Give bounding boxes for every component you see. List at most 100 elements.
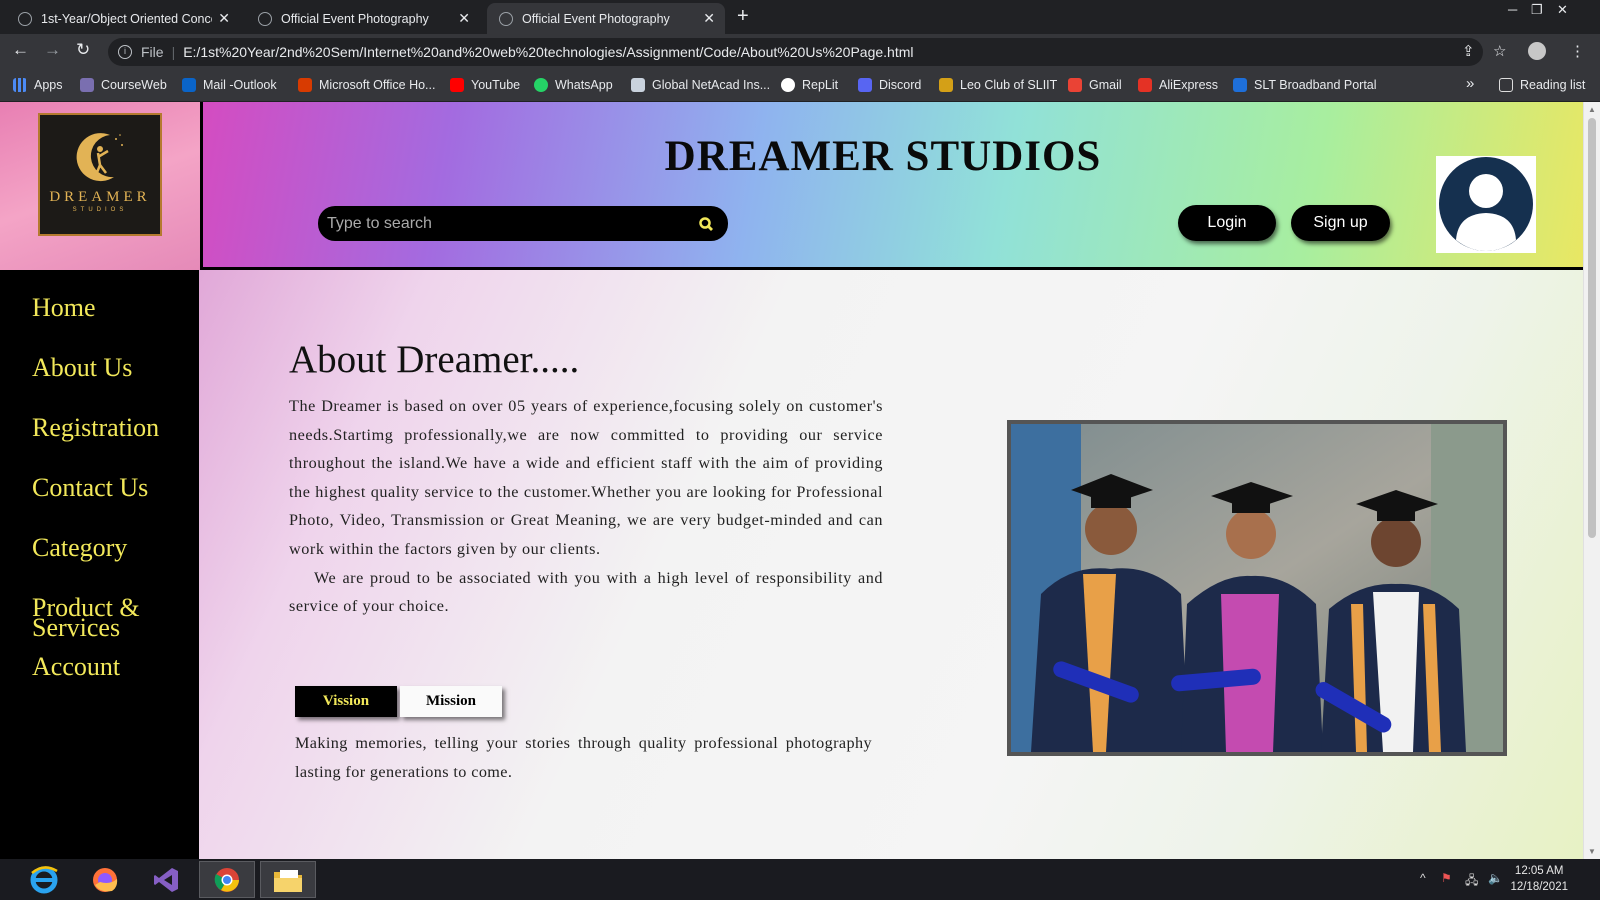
page-scrollbar[interactable]: ▲ ▼: [1583, 102, 1600, 859]
tab-title: Official Event Photography: [522, 11, 670, 26]
bookmarks-bar: Apps CourseWeb Mail -Outlook Microsoft O…: [0, 70, 1600, 102]
about-content: About Dreamer..... The Dreamer is based …: [199, 270, 1583, 859]
back-arrow-icon[interactable]: ←: [12, 40, 29, 60]
aliexpress-icon: [1138, 78, 1152, 92]
site-header: DREAMER STUDIOS Login Sign up: [200, 102, 1583, 270]
bookmark-netacad[interactable]: Global NetAcad Ins...: [631, 78, 770, 92]
close-window-icon[interactable]: ✕: [1557, 2, 1568, 18]
close-tab-icon[interactable]: ✕: [218, 10, 230, 27]
scroll-up-arrow-icon[interactable]: ▲: [1588, 105, 1596, 114]
info-icon[interactable]: i: [118, 45, 132, 59]
flag-notification-icon[interactable]: ⚑: [1441, 871, 1452, 885]
bookmark-label: Mail -Outlook: [203, 78, 277, 92]
reading-list-icon: [1499, 78, 1513, 92]
nav-item-account[interactable]: Account: [32, 654, 120, 680]
apps-grid-icon: [13, 78, 27, 92]
bookmark-courseweb[interactable]: CourseWeb: [80, 78, 167, 92]
about-paragraph-2: We are proud to be associated with you w…: [289, 568, 883, 616]
reading-list-button[interactable]: Reading list: [1499, 78, 1585, 92]
gmail-icon: [1068, 78, 1082, 92]
system-clock[interactable]: 12:05 AM 12/18/2021: [1510, 863, 1568, 895]
bookmark-aliexpress[interactable]: AliExpress: [1138, 78, 1218, 92]
internet-explorer-icon[interactable]: [16, 861, 72, 898]
nav-item-contact-us[interactable]: Contact Us: [32, 475, 148, 501]
graduation-photo: [1007, 420, 1507, 756]
clock-date: 12/18/2021: [1510, 881, 1568, 893]
close-tab-icon[interactable]: ✕: [458, 10, 470, 27]
bookmark-outlook[interactable]: Mail -Outlook: [182, 78, 277, 92]
minimize-icon[interactable]: ─: [1508, 2, 1517, 17]
sidebar-nav: Home About Us Registration Contact Us Ca…: [0, 270, 199, 859]
bookmark-label: WhatsApp: [555, 78, 613, 92]
close-tab-icon[interactable]: ✕: [703, 10, 715, 27]
vision-mission-tabs: Vission Mission: [295, 686, 505, 717]
nav-item-registration[interactable]: Registration: [32, 415, 159, 441]
bookmark-label: CourseWeb: [101, 78, 167, 92]
url-separator: |: [171, 44, 176, 60]
globe-icon: [258, 11, 272, 26]
volume-icon[interactable]: 🔈: [1488, 871, 1503, 885]
nav-item-category[interactable]: Category: [32, 535, 127, 561]
profile-avatar-icon[interactable]: [1528, 42, 1546, 60]
github-icon: [18, 11, 32, 26]
dreamer-studios-logo[interactable]: DREAMER STUDIOS: [38, 113, 162, 236]
whatsapp-icon: [534, 78, 548, 92]
search-bar[interactable]: [318, 206, 728, 241]
bookmark-slt[interactable]: SLT Broadband Portal: [1233, 78, 1377, 92]
firefox-icon[interactable]: [77, 861, 133, 898]
bookmark-label: SLT Broadband Portal: [1254, 78, 1377, 92]
logo-word-dreamer: DREAMER: [49, 189, 151, 205]
logo-word-studios: STUDIOS: [72, 207, 128, 213]
user-avatar[interactable]: [1436, 156, 1536, 253]
more-bookmarks-chevron-icon[interactable]: »: [1466, 75, 1474, 92]
nav-item-home[interactable]: Home: [32, 295, 96, 321]
bookmark-gmail[interactable]: Gmail: [1068, 78, 1122, 92]
bookmark-label: Discord: [879, 78, 922, 92]
bookmark-office[interactable]: Microsoft Office Ho...: [298, 78, 435, 92]
login-button[interactable]: Login: [1178, 205, 1276, 241]
browser-tab-active[interactable]: Official Event Photography ✕: [487, 3, 725, 34]
file-explorer-icon[interactable]: [260, 861, 316, 898]
bookmark-leo-club[interactable]: Leo Club of SLIIT: [939, 78, 1057, 92]
tab-vision[interactable]: Vission: [295, 686, 397, 717]
tab-mission[interactable]: Mission: [400, 686, 502, 717]
restore-icon[interactable]: ❐: [1531, 2, 1543, 18]
bookmark-replit[interactable]: RepLit: [781, 78, 838, 92]
bookmark-label: RepLit: [802, 78, 839, 92]
browser-tab[interactable]: Official Event Photography ✕: [248, 3, 480, 34]
vision-text: Making memories, telling your stories th…: [295, 734, 872, 781]
search-icon[interactable]: [698, 216, 714, 232]
graduates-image: [1011, 424, 1503, 752]
bookmark-label: Gmail: [1089, 78, 1122, 92]
office-icon: [298, 78, 312, 92]
bookmark-discord[interactable]: Discord: [858, 78, 921, 92]
scroll-down-arrow-icon[interactable]: ▼: [1588, 847, 1596, 856]
clock-time: 12:05 AM: [1514, 865, 1564, 877]
forward-arrow-icon[interactable]: →: [44, 40, 61, 60]
visual-studio-icon[interactable]: [138, 861, 194, 898]
bookmark-apps[interactable]: Apps: [13, 78, 63, 92]
url-field[interactable]: i File | E:/1st%20Year/2nd%20Sem/Interne…: [108, 38, 1483, 66]
signup-button[interactable]: Sign up: [1291, 205, 1390, 241]
replit-icon: [781, 78, 795, 92]
browser-tab[interactable]: 1st-Year/Object Oriented Concep ✕: [8, 3, 240, 34]
show-hidden-icons-icon[interactable]: ^: [1420, 871, 1426, 885]
bookmark-youtube[interactable]: YouTube: [450, 78, 520, 92]
menu-kebab-icon[interactable]: ⋮: [1570, 42, 1585, 60]
slt-icon: [1233, 78, 1247, 92]
star-bookmark-icon[interactable]: ☆: [1493, 42, 1506, 60]
new-tab-button[interactable]: +: [737, 6, 749, 26]
network-icon[interactable]: 🖧: [1465, 871, 1478, 892]
bookmark-label: Global NetAcad Ins...: [652, 78, 771, 92]
search-input[interactable]: [327, 214, 667, 233]
share-icon[interactable]: ⇪: [1462, 42, 1475, 60]
nav-item-about-us[interactable]: About Us: [32, 355, 132, 381]
bookmark-whatsapp[interactable]: WhatsApp: [534, 78, 613, 92]
tab-title: 1st-Year/Object Oriented Concep: [41, 11, 213, 26]
nav-item-product-services[interactable]: Product & Services: [32, 595, 162, 641]
chrome-icon[interactable]: [199, 861, 255, 898]
scrollbar-thumb[interactable]: [1588, 118, 1596, 538]
reload-icon[interactable]: ↻: [76, 40, 90, 60]
netacad-icon: [631, 78, 645, 92]
youtube-icon: [450, 78, 464, 92]
